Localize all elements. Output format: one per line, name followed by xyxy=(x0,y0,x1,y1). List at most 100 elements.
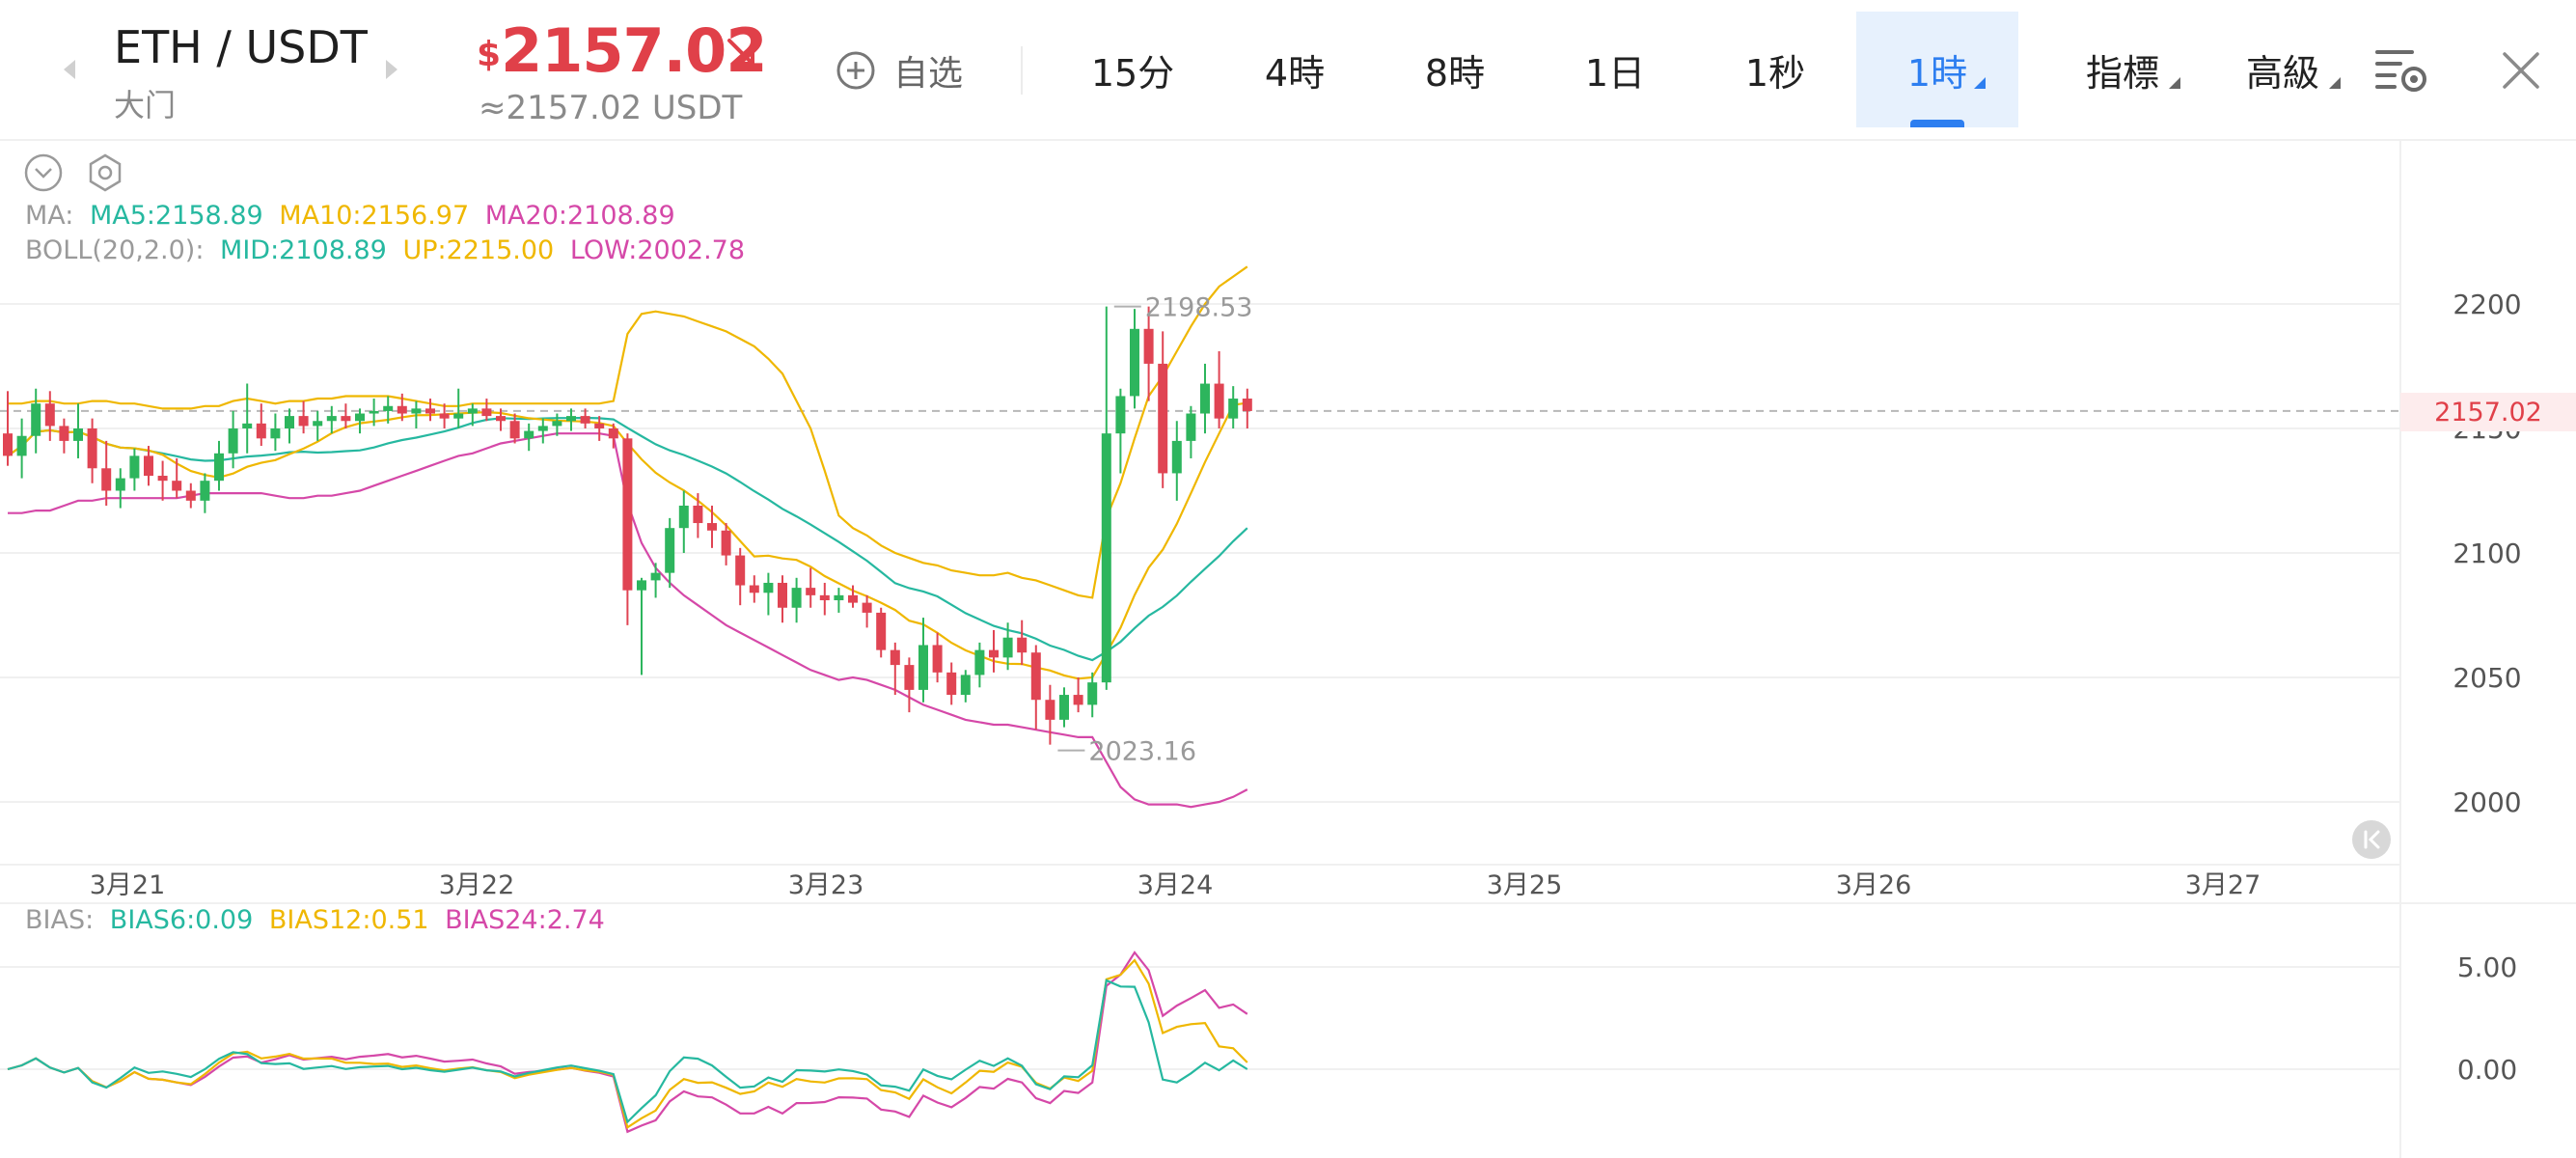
candle-body xyxy=(890,649,900,666)
x-tick-label: 3月26 xyxy=(1836,870,1912,900)
candle-body xyxy=(509,421,520,439)
exchange-name: 大门 xyxy=(114,87,177,124)
close-icon[interactable] xyxy=(2499,48,2543,93)
pair-name[interactable]: ETH / USDT xyxy=(114,21,368,73)
tab-1h[interactable]: 1時 xyxy=(1856,12,2018,127)
bias12-line xyxy=(7,958,1248,1130)
add-favorite-button[interactable]: 自选 xyxy=(836,48,963,94)
kline-chart[interactable]: 2198.532023.16 220021502100205020005.000… xyxy=(0,141,2576,1158)
x-tick-label: 3月24 xyxy=(1137,870,1214,900)
tab-label: 8時 xyxy=(1424,51,1486,95)
active-tab-indicator xyxy=(1910,120,1964,127)
candle-body xyxy=(369,410,379,414)
legend-bias6: BIAS6:0.09 xyxy=(109,905,254,935)
candle-body xyxy=(285,416,294,428)
tab-label: 指標 xyxy=(2085,51,2159,95)
tab-advanced[interactable]: 高級 xyxy=(2206,12,2360,127)
candle-body xyxy=(537,426,548,431)
dropdown-triangle-icon xyxy=(1974,77,1986,89)
candle-body xyxy=(749,585,759,593)
bias-indicator xyxy=(7,951,1248,1134)
x-tick-label: 3月27 xyxy=(2185,870,2261,900)
candle-body xyxy=(791,588,802,608)
candle-body xyxy=(1143,328,1154,364)
candle-body xyxy=(313,421,323,427)
y-tick-label: 2100 xyxy=(2453,538,2521,569)
chevron-right-icon[interactable] xyxy=(372,50,411,89)
candle-body xyxy=(1101,433,1111,683)
tab-label: 1日 xyxy=(1584,51,1646,95)
legend-bias24: BIAS24:2.74 xyxy=(445,905,605,935)
candle-body xyxy=(31,403,41,436)
tab-label: 1秒 xyxy=(1744,51,1806,95)
tab-1s[interactable]: 1秒 xyxy=(1715,12,1835,127)
candle-body xyxy=(580,416,590,424)
chart-settings-icon[interactable] xyxy=(2373,44,2431,96)
header-divider xyxy=(1021,46,1023,95)
tab-4h[interactable]: 4時 xyxy=(1235,12,1355,127)
candle-body xyxy=(73,428,83,441)
bias-tick-label: 5.00 xyxy=(2457,951,2517,983)
candle-body xyxy=(228,428,238,454)
arrow-down-right-icon xyxy=(727,39,754,66)
tab-8h[interactable]: 8時 xyxy=(1395,12,1515,127)
dropdown-triangle-icon xyxy=(2169,77,2180,89)
chart-area[interactable]: 2198.532023.16 220021502100205020005.000… xyxy=(0,141,2576,1158)
legend-label: BOLL(20,2.0): xyxy=(25,235,205,265)
candle-body xyxy=(453,413,464,419)
candle-body xyxy=(1214,383,1224,419)
candle-body xyxy=(650,572,661,581)
candle-body xyxy=(1200,383,1210,414)
candle-body xyxy=(1158,363,1168,474)
candle-body xyxy=(665,528,675,573)
jump-to-latest-button[interactable] xyxy=(2352,820,2391,859)
y-tick-label: 2000 xyxy=(2453,786,2521,818)
candle-body xyxy=(932,645,943,673)
candle-body xyxy=(326,416,337,422)
tab-label: 高級 xyxy=(2245,51,2319,95)
candle-body xyxy=(3,433,13,456)
current-price-tag: 2157.02 xyxy=(2400,393,2576,431)
candle-body xyxy=(608,428,618,439)
bias6-line xyxy=(7,979,1248,1124)
candle-body xyxy=(439,413,450,419)
bias-legend: BIAS: BIAS6:0.09 BIAS12:0.51 BIAS24:2.74 xyxy=(25,905,613,935)
candle-body xyxy=(1002,637,1013,658)
candle-body xyxy=(876,612,887,650)
candle-body xyxy=(383,405,394,411)
candle-body xyxy=(185,490,196,501)
candle-body xyxy=(848,594,858,603)
candle-body xyxy=(59,426,69,441)
tab-indicators[interactable]: 指標 xyxy=(2045,12,2200,127)
candle-body xyxy=(1017,637,1028,653)
candle-body xyxy=(1073,695,1083,705)
indicator-settings-icon[interactable] xyxy=(85,152,125,193)
candle-body xyxy=(862,602,872,613)
candle-body xyxy=(735,555,746,586)
chevron-left-icon[interactable] xyxy=(50,50,89,89)
tab-1d[interactable]: 1日 xyxy=(1555,12,1675,127)
candle-body xyxy=(298,416,309,427)
candle-body xyxy=(721,530,731,556)
candle-body xyxy=(355,413,365,422)
x-tick-label: 3月25 xyxy=(1487,870,1563,900)
candle-body xyxy=(524,430,534,439)
chart-header: ETH / USDT 大门 $2157.02 ≈2157.02 USDT 自选 … xyxy=(0,0,2576,141)
ma-legend: MA: MA5:2158.89 MA10:2156.97 MA20:2108.8… xyxy=(25,201,683,231)
bias24-line xyxy=(7,951,1248,1134)
dropdown-triangle-icon xyxy=(2329,77,2341,89)
legend-bias12: BIAS12:0.51 xyxy=(268,905,429,935)
candle-body xyxy=(1130,328,1139,397)
collapse-chevron-icon[interactable] xyxy=(23,152,64,193)
tab-label: 1時 xyxy=(1906,51,1968,95)
tab-15m[interactable]: 15分 xyxy=(1073,12,1192,127)
boll-legend: BOLL(20,2.0): MID:2108.89 UP:2215.00 LOW… xyxy=(25,235,753,265)
candle-body xyxy=(101,468,112,491)
candle-body xyxy=(594,423,605,428)
legend-label: MA: xyxy=(25,201,74,231)
candle-body xyxy=(974,649,985,676)
annotations: 2198.53 2023.16 xyxy=(1057,293,1252,767)
candle-body xyxy=(819,594,830,601)
low-annotation: 2023.16 xyxy=(1088,737,1196,767)
candle-body xyxy=(1115,396,1126,434)
